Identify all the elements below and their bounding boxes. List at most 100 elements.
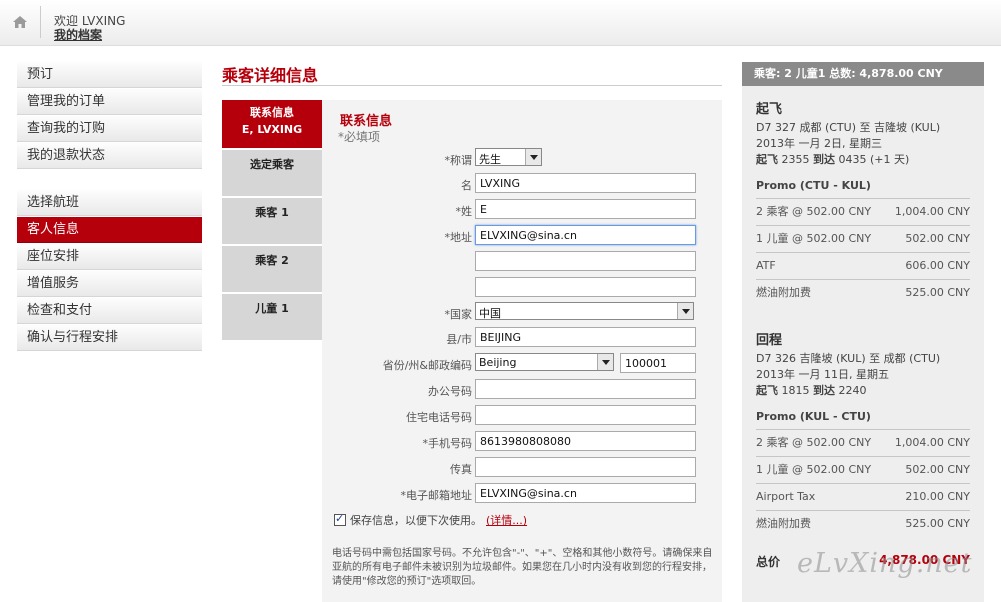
city-row: 县/市 BEIJING <box>322 327 722 349</box>
step-selected-passenger[interactable]: 选定乘客 <box>222 150 322 196</box>
step-contact-sub: E, LVXING <box>241 123 303 136</box>
home-icon[interactable] <box>12 14 28 30</box>
nav-item-refund-status[interactable]: 我的退款状态 <box>17 143 202 169</box>
watermark: eLvXing.net <box>797 548 973 579</box>
step-contact[interactable]: 联系信息 E, LVXING <box>222 100 336 148</box>
mobile-label: *手机号码 <box>422 437 473 450</box>
nav-item-payment[interactable]: 检查和支付 <box>17 298 202 324</box>
mobile-field[interactable]: 8613980808080 <box>475 431 696 451</box>
address-line2-row <box>322 251 722 273</box>
nav-item-select-flight[interactable]: 选择航班 <box>17 190 202 216</box>
depart-flight: D7 327 成都 (CTU) 至 吉隆坡 (KUL) <box>756 121 941 134</box>
fare-amount: 606.00 CNY <box>905 259 970 272</box>
nav-item-query-orders[interactable]: 查询我的订购 <box>17 116 202 142</box>
fare-label: 燃油附加费 <box>756 286 811 299</box>
left-nav: 预订 管理我的订单 查询我的订购 我的退款状态 选择航班 客人信息 座位安排 增… <box>17 62 202 352</box>
depart-title: 起飞 <box>756 102 783 117</box>
province-row: 省份/州&邮政编码 Beijing 100001 <box>322 353 722 375</box>
details-link[interactable]: (详情...) <box>486 514 527 527</box>
salutation-select[interactable]: 先生 <box>475 148 542 166</box>
fax-label: 传真 <box>450 463 472 476</box>
required-note: *必填项 <box>338 130 381 144</box>
postal-code-field[interactable]: 100001 <box>620 353 696 373</box>
nav-item-itinerary[interactable]: 确认与行程安排 <box>17 325 202 351</box>
return-arr-time: 2240 <box>838 384 867 397</box>
salutation-label: *称谓 <box>444 154 473 167</box>
fax-field[interactable] <box>475 457 696 477</box>
depart-times: 起飞 2355 到达 0435 (+1 天) <box>756 152 970 168</box>
fare-amount: 502.00 CNY <box>905 463 970 476</box>
office-phone-field[interactable] <box>475 379 696 399</box>
total-label: 总价 <box>756 555 781 569</box>
country-select[interactable]: 中国 <box>475 302 694 320</box>
return-leg: 回程 D7 326 吉隆坡 (KUL) 至 成都 (CTU) 2013年 一月 … <box>756 329 970 399</box>
phone-email-note: 电话号码中需包括国家号码。不允许包含"-"、"+"、空格和其他小数符号。请确保来… <box>332 548 713 587</box>
mobile-row: *手机号码 8613980808080 <box>322 431 722 453</box>
depart-fare-row: 燃油附加费 525.00 CNY <box>756 279 970 306</box>
city-field[interactable]: BEIJING <box>475 327 696 347</box>
home-phone-field[interactable] <box>475 405 696 425</box>
last-name-field[interactable]: E <box>475 199 696 219</box>
return-fare-row: Airport Tax 210.00 CNY <box>756 483 970 510</box>
province-value: Beijing <box>479 356 517 369</box>
country-label: *国家 <box>444 308 473 321</box>
return-fare-row: 2 乘客 @ 502.00 CNY 1,004.00 CNY <box>756 429 970 456</box>
fare-label: ATF <box>756 259 776 272</box>
salutation-value: 先生 <box>479 153 501 166</box>
salutation-row: *称谓 先生 <box>322 148 722 170</box>
nav-item-addons[interactable]: 增值服务 <box>17 271 202 297</box>
city-label: 县/市 <box>446 333 472 346</box>
fare-amount: 1,004.00 CNY <box>894 205 970 218</box>
province-select[interactable]: Beijing <box>475 353 614 371</box>
depart-arr-label: 到达 <box>813 153 835 166</box>
last-name-row: *姓 E <box>322 199 722 221</box>
province-label: 省份/州&邮政编码 <box>382 359 472 372</box>
step-passenger-2[interactable]: 乘客 2 <box>222 246 322 292</box>
depart-fare-title: Promo (CTU - KUL) <box>756 179 871 192</box>
depart-dep-time: 2355 <box>781 153 810 166</box>
address-field[interactable]: ELVXING@sina.cn <box>475 225 696 245</box>
chevron-down-icon <box>677 303 693 319</box>
email-label: *电子邮箱地址 <box>400 489 473 502</box>
fare-label: Airport Tax <box>756 490 816 503</box>
address-label: *地址 <box>444 231 473 244</box>
nav-gap <box>17 170 202 190</box>
fare-amount: 525.00 CNY <box>905 517 970 530</box>
chevron-down-icon <box>525 149 541 165</box>
first-name-label: 名 <box>461 179 472 192</box>
passenger-steps: 联系信息 E, LVXING 选定乘客 乘客 1 乘客 2 儿童 1 <box>222 100 336 342</box>
chevron-down-icon <box>597 354 613 370</box>
return-fare-row: 燃油附加费 525.00 CNY <box>756 510 970 537</box>
nav-item-booking[interactable]: 预订 <box>17 62 202 88</box>
contact-section-title: 联系信息 <box>340 114 393 129</box>
depart-leg: 起飞 D7 327 成都 (CTU) 至 吉隆坡 (KUL) 2013年 一月 … <box>756 98 970 168</box>
nav-item-guest-info[interactable]: 客人信息 <box>17 217 202 243</box>
office-phone-row: 办公号码 <box>322 379 722 401</box>
first-name-field[interactable]: LVXING <box>475 173 696 193</box>
my-profile-link[interactable]: 我的档案 <box>54 26 102 43</box>
home-phone-label: 住宅电话号码 <box>406 411 472 424</box>
return-times: 起飞 1815 到达 2240 <box>756 383 970 399</box>
header-divider <box>40 6 41 38</box>
step-passenger-1[interactable]: 乘客 1 <box>222 198 322 244</box>
email-field[interactable]: ELVXING@sina.cn <box>475 483 696 503</box>
office-phone-label: 办公号码 <box>428 385 472 398</box>
depart-fare-row: 1 儿童 @ 502.00 CNY 502.00 CNY <box>756 225 970 252</box>
fare-amount: 1,004.00 CNY <box>894 436 970 449</box>
nav-item-seat[interactable]: 座位安排 <box>17 244 202 270</box>
nav-item-manage-orders[interactable]: 管理我的订单 <box>17 89 202 115</box>
email-row: *电子邮箱地址 ELVXING@sina.cn <box>322 483 722 505</box>
fare-label: 2 乘客 @ 502.00 CNY <box>756 436 872 449</box>
return-fare-row: 1 儿童 @ 502.00 CNY 502.00 CNY <box>756 456 970 483</box>
address-line2-field[interactable] <box>475 251 696 271</box>
save-info-checkbox[interactable] <box>334 512 346 526</box>
step-contact-label: 联系信息 <box>250 106 294 119</box>
save-info-row: 保存信息，以便下次使用。 (详情...) <box>334 512 527 528</box>
step-child-1[interactable]: 儿童 1 <box>222 294 322 340</box>
depart-date: 2013年 一月 2日, 星期三 <box>756 137 882 150</box>
return-flight: D7 326 吉隆坡 (KUL) 至 成都 (CTU) <box>756 352 941 365</box>
return-dep-time: 1815 <box>781 384 810 397</box>
country-row: *国家 中国 <box>322 302 722 324</box>
address-line3-field[interactable] <box>475 277 696 297</box>
top-bar: 欢迎 LVXING 我的档案 <box>0 0 1001 46</box>
